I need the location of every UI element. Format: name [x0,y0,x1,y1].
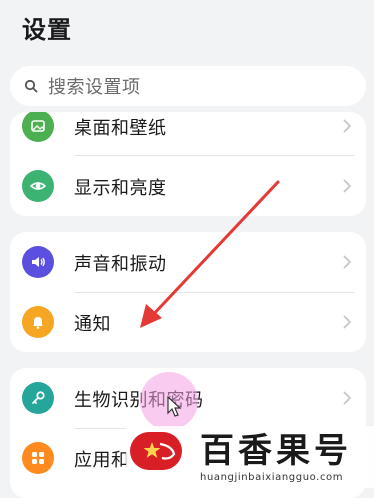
settings-item-label: 桌面和壁纸 [74,118,167,139]
settings-item-label: 通知 [74,314,111,335]
watermark-logo [130,432,182,470]
settings-group-sound: 声音和振动 通知 [10,232,366,352]
wallpaper-icon [22,112,54,142]
watermark-text: 百香果号 [200,431,352,471]
chevron-right-icon [343,255,352,269]
settings-item-label: 应用和 [74,450,130,471]
search-placeholder: 搜索设置项 [48,77,141,98]
settings-item-label: 显示和亮度 [74,178,167,199]
page-title: 设置 [22,16,72,44]
settings-group-display: 桌面和壁纸 显示和亮度 [10,112,366,216]
chevron-right-icon [343,315,352,329]
pointer-cursor-icon [167,396,182,417]
apps-icon [22,442,54,474]
volume-icon [22,246,54,278]
settings-item-sound[interactable]: 声音和振动 [10,232,366,292]
eye-icon [22,170,54,202]
watermark: 百香果号 huangjinbaixiangguo.com [126,426,374,488]
key-icon [22,382,54,414]
settings-item-label: 声音和振动 [74,254,167,275]
settings-item-display[interactable]: 显示和亮度 [10,156,366,216]
chevron-right-icon [343,391,352,405]
bell-icon [22,306,54,338]
chevron-right-icon [343,179,352,193]
search-icon [24,79,38,93]
chevron-right-icon [343,119,352,133]
settings-item-wallpaper[interactable]: 桌面和壁纸 [10,112,366,156]
settings-item-notifications[interactable]: 通知 [10,292,366,352]
watermark-url: huangjinbaixiangguo.com [200,472,344,483]
search-input[interactable]: 搜索设置项 [10,66,366,106]
